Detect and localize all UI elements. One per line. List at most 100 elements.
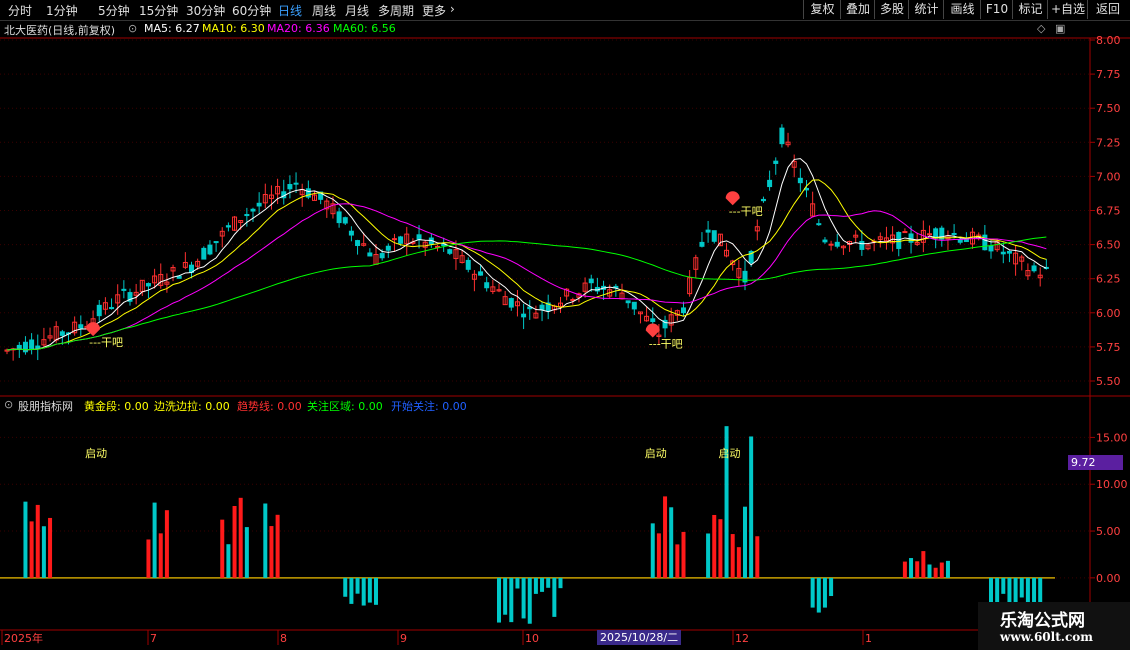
date-tick-label: 7 [150, 632, 157, 645]
indicator-bars: 启动 启动 启动 [23, 426, 1043, 625]
price-tick-label: 7.50 [1096, 102, 1121, 115]
indicator-field-gold: 黄金段: 0.00 [84, 400, 149, 413]
candle-body [767, 179, 773, 188]
candle-body [355, 240, 361, 247]
indicator-bar [343, 577, 348, 597]
candle-body [336, 211, 342, 224]
candle-body [447, 249, 453, 254]
candle-body [121, 288, 127, 291]
indicator-tick-label: 0.00 [1096, 572, 1121, 585]
indicator-bar [527, 577, 532, 624]
price-tick-label: 5.50 [1096, 375, 1121, 388]
indicator-bar [921, 551, 926, 578]
indicator-bar [706, 533, 711, 578]
indicator-bar [23, 501, 28, 578]
stock-title[interactable]: 北大医药(日线,前复权) [4, 22, 115, 38]
indicator-bar [675, 544, 680, 578]
indicator-bar [35, 504, 40, 578]
ma20-label: MA20: 6.36 [267, 22, 330, 35]
price-tick-label: 6.50 [1096, 239, 1121, 252]
candle-body [398, 236, 404, 244]
candle-body [760, 198, 766, 202]
indicator-field-focus-area: 关注区域: 0.00 [307, 400, 383, 413]
indicator-bar [367, 577, 372, 603]
indicator-bar [650, 523, 655, 578]
indicator-bar [669, 507, 674, 578]
price-tick-label: 6.75 [1096, 205, 1121, 218]
candle-body [957, 238, 963, 243]
candle-body [521, 313, 527, 318]
candle-body [109, 307, 115, 310]
candle-body [988, 245, 994, 252]
price-tick-label: 8.00 [1096, 34, 1121, 47]
indicator-bar [718, 519, 723, 578]
start-label: 启动 [85, 447, 107, 460]
indicator-bar [1019, 577, 1024, 598]
indicator-bar [829, 577, 834, 597]
indicator-bar [755, 536, 760, 578]
candle-body [348, 230, 354, 236]
indicator-bar [656, 533, 661, 578]
candle-body [816, 223, 822, 226]
price-tick-label: 6.00 [1096, 307, 1121, 320]
indicator-bar [361, 577, 366, 606]
indicator-bar [244, 527, 249, 578]
watermark-url: www.60lt.com [1000, 630, 1093, 644]
price-tick-label: 7.75 [1096, 68, 1121, 81]
candle-body [465, 259, 471, 270]
signal-label: ---干吧 [729, 205, 763, 218]
moving-average-lines [6, 158, 1047, 351]
candle-body [201, 247, 207, 260]
date-axis: 2025年 7 8 9 10 12 1 [1, 630, 872, 645]
indicator-bar [349, 577, 354, 604]
indicator-bar [681, 531, 686, 578]
candle-body [22, 341, 28, 353]
indicator-bar [220, 519, 225, 578]
indicator-bar [521, 577, 526, 619]
indicator-tick-label: 15.00 [1096, 431, 1128, 444]
price-tick-label: 5.75 [1096, 341, 1121, 354]
ma5-line [6, 158, 1047, 351]
indicator-settings-icon[interactable]: ⊙ [4, 398, 13, 411]
candle-body [1000, 251, 1006, 255]
indicator-bar [232, 506, 237, 578]
signal-markers: ---干吧 ---干吧 ---干吧 [86, 191, 763, 351]
chart-canvas[interactable]: ---干吧 ---干吧 ---干吧 启动 启动 启动 8.00 7.75 7.50 7.25 7… [0, 0, 1130, 650]
price-tick-label: 7.00 [1096, 170, 1121, 183]
indicator-tick-label: 10.00 [1096, 478, 1128, 491]
candle-body [1006, 250, 1012, 254]
indicator-bar [226, 544, 231, 578]
diamond-icon[interactable]: ◇ [1037, 22, 1045, 35]
indicator-bar [355, 577, 360, 594]
indicator-bar [927, 564, 932, 578]
indicator-bar [663, 496, 668, 578]
candle-body [385, 245, 391, 251]
indicator-bar [533, 577, 538, 594]
candle-body [250, 208, 256, 212]
indicator-bar [945, 560, 950, 578]
indicator-bar [269, 526, 274, 578]
indicator-bar [503, 577, 508, 615]
signal-icon [725, 191, 740, 206]
indicator-bar [509, 577, 514, 623]
candle-body [342, 217, 348, 224]
indicator-name[interactable]: 股朋指标网 [18, 398, 73, 414]
indicator-bar [730, 534, 735, 578]
candle-body [207, 244, 213, 255]
indicator-field-trend: 趋势线: 0.00 [237, 400, 302, 413]
candle-body [908, 233, 914, 243]
settings-circle-icon[interactable]: ⊙ [128, 22, 137, 35]
indicator-bar [1007, 577, 1012, 606]
indicator-bar [275, 514, 280, 578]
window-restore-icon[interactable]: ▣ [1055, 22, 1065, 35]
indicator-bar [712, 514, 717, 578]
candle-body [681, 307, 686, 314]
date-tick-label: 10 [525, 632, 539, 645]
date-tick-label: 9 [400, 632, 407, 645]
indicator-field-wash: 边洗边拉: 0.00 [154, 400, 230, 413]
indicator-bar [749, 436, 754, 578]
indicator-bar [374, 577, 378, 605]
candle-body [367, 252, 373, 257]
ma60-line [6, 236, 1047, 351]
indicator-field-start-focus: 开始关注: 0.00 [391, 400, 467, 413]
